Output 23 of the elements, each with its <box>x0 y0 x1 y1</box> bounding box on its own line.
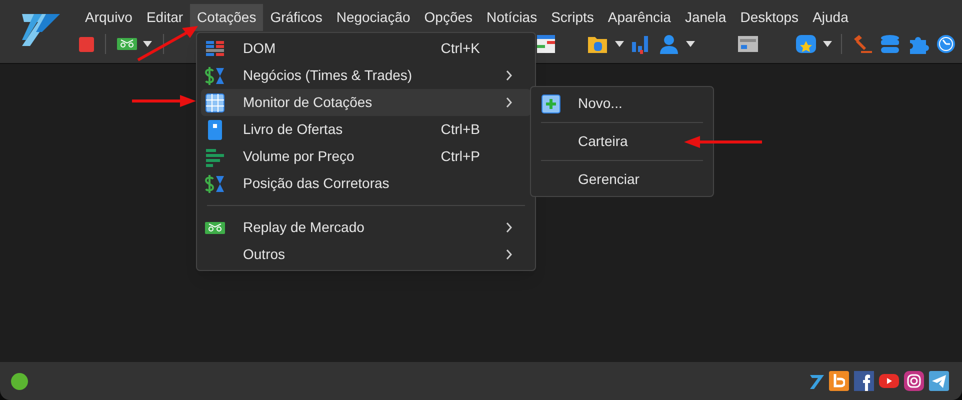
menu-item[interactable]: Cotações <box>190 4 264 30</box>
menu-item[interactable]: Opções <box>417 4 480 30</box>
menu-item[interactable]: Ajuda <box>806 4 856 30</box>
menu-item[interactable]: Aparência <box>600 4 678 30</box>
menu-item[interactable]: Editar <box>139 4 190 30</box>
menu-entry[interactable]: Monitor de Cotações <box>201 89 531 116</box>
menu-item[interactable]: Scripts <box>544 4 601 30</box>
menu-item[interactable]: Notícias <box>480 4 544 30</box>
menu-item[interactable]: Janela <box>678 4 734 30</box>
menu-entry[interactable]: Novo... <box>535 89 709 118</box>
menu-entry[interactable]: Carteira <box>535 127 709 156</box>
menu-entry[interactable]: Replay de Mercado <box>201 214 531 241</box>
menu-item[interactable]: Gráficos <box>263 4 330 30</box>
menu-item[interactable]: Negociação <box>329 4 418 30</box>
menu-entry[interactable]: Negócios (Times & Trades) <box>201 62 531 89</box>
menu-entry[interactable]: Gerenciar <box>535 165 709 194</box>
menu-entry[interactable]: Livro de Ofertas Ctrl+B <box>201 116 531 143</box>
menu-item[interactable]: Desktops <box>733 4 806 30</box>
menu-entry[interactable]: Outros <box>201 241 531 268</box>
menu-item[interactable]: Arquivo <box>78 4 140 30</box>
menu-entry[interactable]: Posição das Corretoras <box>201 170 531 197</box>
menu-entry[interactable]: Volume por Preço Ctrl+P <box>201 143 531 170</box>
menu-entry[interactable]: DOM Ctrl+K <box>201 35 531 62</box>
